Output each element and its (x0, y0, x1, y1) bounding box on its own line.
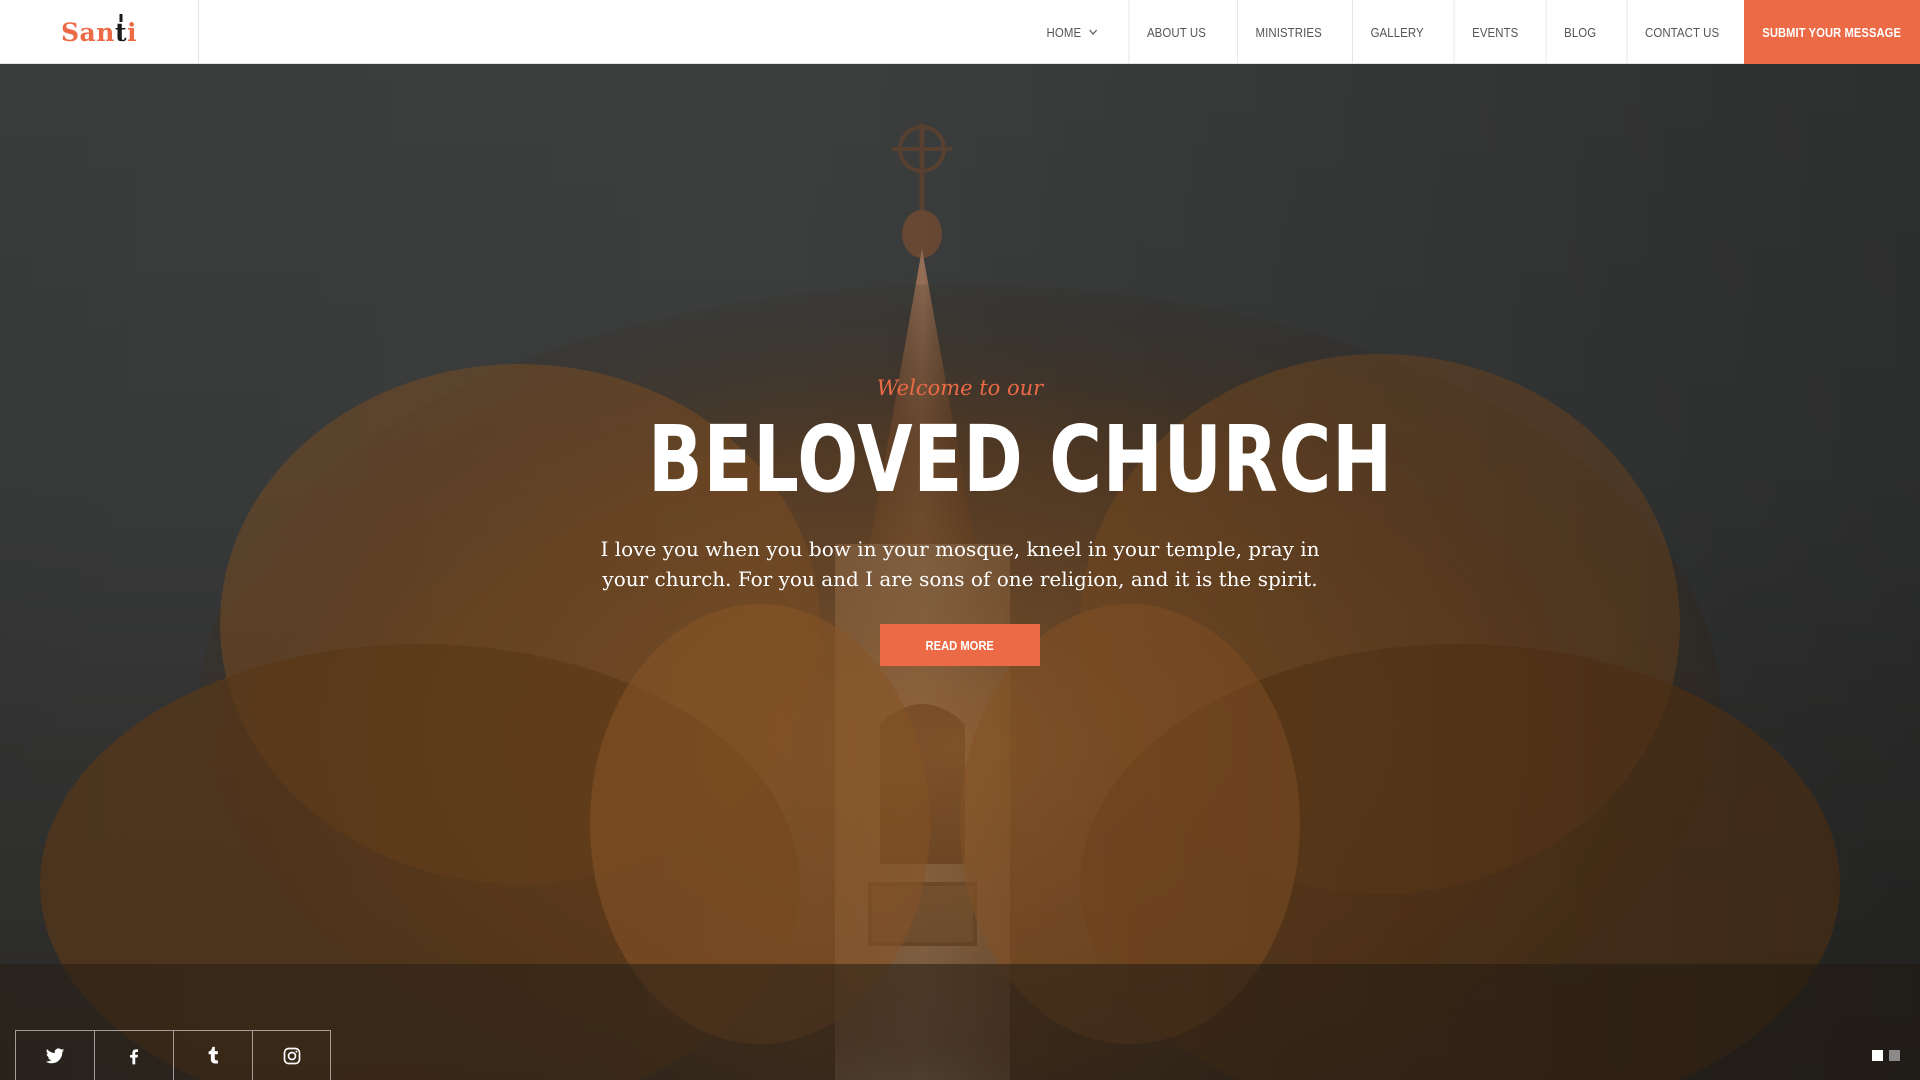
main-nav: HOME ABOUT US MINISTRIES GALLERY EVENTS … (1023, 0, 1920, 64)
nav-label-ministries: MINISTRIES (1255, 24, 1322, 40)
logo-text-end: i (127, 17, 137, 47)
hero-kicker: Welcome to our (876, 376, 1044, 400)
nav-item-home[interactable]: HOME (1029, 0, 1116, 64)
submit-message-button[interactable]: SUBMIT YOUR MESSAGE (1744, 0, 1920, 64)
nav-label-events: EVENTS (1471, 24, 1518, 40)
logo-area[interactable]: San t i (0, 0, 199, 64)
nav-item-gallery[interactable]: GALLERY (1352, 0, 1441, 64)
nav-label-home: HOME (1046, 24, 1082, 40)
social-link-instagram[interactable] (252, 1030, 331, 1080)
tumblr-icon (208, 1046, 218, 1064)
social-link-facebook[interactable] (94, 1030, 173, 1080)
facebook-icon (130, 1049, 138, 1065)
logo-cross-letter: t (114, 17, 127, 47)
nav-item-contact-us[interactable]: CONTACT US (1626, 0, 1736, 64)
hero-title: BELOVED CHURCH (648, 406, 1393, 513)
social-link-twitter[interactable] (15, 1030, 94, 1080)
social-links (15, 1030, 331, 1080)
nav-label-gallery: GALLERY (1370, 24, 1424, 40)
slider-dot-1[interactable] (1872, 1050, 1883, 1061)
site-header: San t i HOME ABOUT US MINISTRIES GALLERY… (0, 0, 1920, 64)
social-link-tumblr[interactable] (173, 1030, 252, 1080)
read-more-label: READ MORE (925, 637, 995, 653)
read-more-button[interactable]: READ MORE (880, 624, 1040, 666)
nav-label-contact-us: CONTACT US (1644, 24, 1719, 40)
hero-slider: Welcome to our BELOVED CHURCH I love you… (0, 64, 1920, 1080)
slider-dot-2[interactable] (1889, 1050, 1900, 1061)
nav-label-about-us: ABOUT US (1146, 24, 1206, 40)
nav-item-ministries[interactable]: MINISTRIES (1236, 0, 1339, 64)
twitter-icon (45, 1048, 65, 1064)
nav-item-blog[interactable]: BLOG (1545, 0, 1614, 64)
instagram-icon (283, 1047, 300, 1065)
slider-pagination (1872, 1050, 1900, 1061)
nav-label-blog: BLOG (1564, 24, 1597, 40)
hero-text: I love you when you bow in your mosque, … (600, 537, 1320, 591)
logo[interactable]: San t i (61, 18, 137, 47)
chevron-down-icon (1089, 27, 1098, 37)
logo-text-main: San (61, 17, 115, 47)
nav-item-events[interactable]: EVENTS (1453, 0, 1535, 64)
hero-content: Welcome to our BELOVED CHURCH I love you… (560, 376, 1393, 666)
nav-item-about-us[interactable]: ABOUT US (1128, 0, 1223, 64)
submit-message-label: SUBMIT YOUR MESSAGE (1762, 24, 1902, 40)
